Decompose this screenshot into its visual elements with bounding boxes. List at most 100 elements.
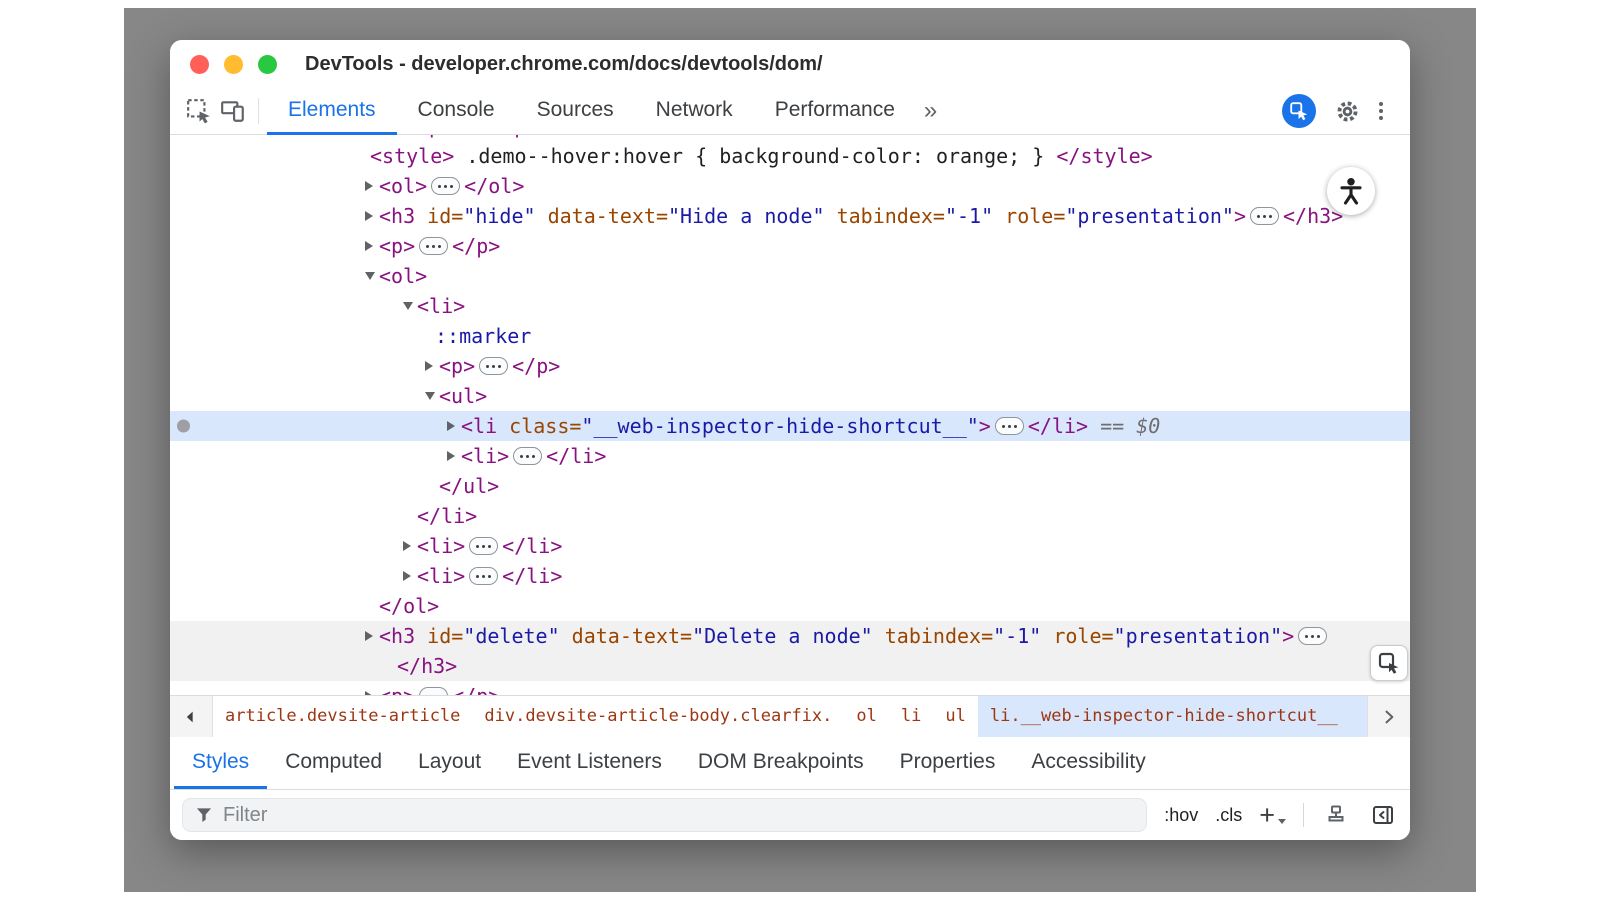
tree-row[interactable]: </ol>: [170, 591, 1410, 621]
zoom-window-button[interactable]: [258, 55, 277, 74]
breadcrumb-item-article-devsite-article[interactable]: article.devsite-article: [213, 696, 472, 737]
code-token-tag: >: [979, 414, 991, 438]
tree-row[interactable]: </h3>: [170, 651, 1410, 681]
tree-row[interactable]: <ol></ol>: [170, 171, 1410, 201]
expand-arrow-icon[interactable]: [403, 541, 417, 551]
breadcrumb-scroll-right-button[interactable]: [1367, 696, 1410, 737]
toggle-sidebar-button[interactable]: [1368, 800, 1398, 830]
breadcrumb-item-li-web-inspector-hide-shortcut[interactable]: li.__web-inspector-hide-shortcut__: [978, 696, 1367, 737]
tab-properties[interactable]: Properties: [882, 737, 1014, 789]
expand-arrow-icon[interactable]: [365, 631, 379, 641]
code-token-tag: <p>: [379, 684, 415, 695]
breadcrumb-item-div-devsite-article-body-clearfix[interactable]: div.devsite-article-body.clearfix.: [472, 696, 844, 737]
devtools-window: DevTools - developer.chrome.com/docs/dev…: [170, 40, 1410, 840]
customize-menu-button[interactable]: [1364, 94, 1398, 128]
breadcrumb-item-ul[interactable]: ul: [933, 696, 977, 737]
new-style-rule-button[interactable]: +: [1259, 802, 1286, 829]
code-token-tag: <li>: [417, 534, 465, 558]
code-token-tag: >: [1234, 204, 1246, 228]
inspect-element-button[interactable]: [182, 94, 216, 128]
tree-row[interactable]: </li>: [170, 501, 1410, 531]
expand-arrow-icon[interactable]: [403, 571, 417, 581]
expand-children-button[interactable]: [513, 447, 542, 465]
expand-arrow-icon[interactable]: [447, 421, 461, 431]
expand-children-button[interactable]: [1250, 207, 1279, 225]
tab-performance[interactable]: Performance: [754, 88, 916, 135]
code-token-tag: <p>: [439, 354, 475, 378]
expand-arrow-icon[interactable]: [365, 181, 379, 191]
tab-network[interactable]: Network: [635, 88, 754, 135]
expand-children-button[interactable]: [469, 567, 498, 585]
breadcrumb-item-li[interactable]: li: [889, 696, 933, 737]
toggle-device-toolbar-button[interactable]: [216, 94, 250, 128]
element-classes-button[interactable]: .cls: [1215, 805, 1242, 826]
paint-roller-button[interactable]: [1321, 800, 1351, 830]
tab-layout[interactable]: Layout: [400, 737, 499, 789]
code-token-tag: <li>: [417, 564, 465, 588]
tree-row[interactable]: <li></li>: [170, 561, 1410, 591]
tab-console[interactable]: Console: [397, 88, 516, 135]
tree-row[interactable]: <ol>: [170, 261, 1410, 291]
minimize-window-button[interactable]: [224, 55, 243, 74]
tree-row[interactable]: <p></p>: [170, 351, 1410, 381]
tree-row[interactable]: ::marker: [170, 321, 1410, 351]
tree-row[interactable]: <ul>: [170, 381, 1410, 411]
toggle-element-state-button[interactable]: :hov: [1164, 805, 1198, 826]
code-token-tag: </li>: [417, 504, 477, 528]
expand-arrow-icon[interactable]: [425, 361, 439, 371]
tab-event-listeners[interactable]: Event Listeners: [499, 737, 680, 789]
tab-elements[interactable]: Elements: [267, 88, 397, 135]
accessibility-overlay-button[interactable]: [1327, 167, 1375, 215]
tree-row[interactable]: <h3 id="delete" data-text="Delete a node…: [170, 621, 1410, 651]
tree-row[interactable]: </ul>: [170, 471, 1410, 501]
tab-computed[interactable]: Computed: [267, 737, 400, 789]
elements-panel: <p></p> <style> .demo--hover:hover { back…: [170, 135, 1410, 695]
expand-children-button[interactable]: [469, 537, 498, 555]
code-token-val: "presentation": [1065, 204, 1234, 228]
expand-arrow-icon[interactable]: [365, 691, 379, 695]
tab-sources[interactable]: Sources: [516, 88, 635, 135]
collapse-arrow-icon[interactable]: [365, 272, 379, 280]
settings-button[interactable]: [1330, 94, 1364, 128]
tab-accessibility[interactable]: Accessibility: [1013, 737, 1163, 789]
expand-arrow-icon[interactable]: [365, 211, 379, 221]
code-token-attr: role=: [1041, 624, 1113, 648]
collapse-arrow-icon[interactable]: [425, 392, 439, 400]
tree-row[interactable]: <li></li>: [170, 531, 1410, 561]
code-token-val: "-1": [945, 204, 993, 228]
code-token-tag: <li: [461, 414, 497, 438]
code-token-tag: <h3: [379, 204, 415, 228]
tree-row[interactable]: <p></p>: [170, 681, 1410, 695]
expand-children-button[interactable]: [419, 687, 448, 695]
expand-children-button[interactable]: [1298, 627, 1327, 645]
inspect-cursor-icon: [186, 98, 212, 124]
code-token-val: "delete": [463, 624, 559, 648]
tree-row[interactable]: <li>: [170, 291, 1410, 321]
expand-children-button[interactable]: [419, 237, 448, 255]
expand-children-button[interactable]: [479, 357, 508, 375]
styles-filter-input[interactable]: Filter: [182, 798, 1147, 832]
code-token-pseudo: ::marker: [435, 324, 531, 348]
tree-row[interactable]: <li></li>: [170, 441, 1410, 471]
expand-arrow-icon[interactable]: [447, 451, 461, 461]
tree-row-selected[interactable]: <li class="__web-inspector-hide-shortcut…: [170, 411, 1410, 441]
close-window-button[interactable]: [190, 55, 209, 74]
collapse-arrow-icon[interactable]: [403, 302, 417, 310]
more-tabs-button[interactable]: »: [924, 89, 937, 133]
breadcrumb-scroll-left-button[interactable]: [170, 696, 213, 737]
tab-dom-breakpoints[interactable]: DOM Breakpoints: [680, 737, 882, 789]
breadcrumb: article.devsite-articlediv.devsite-artic…: [213, 696, 1367, 737]
expand-children-button[interactable]: [431, 177, 460, 195]
breadcrumb-item-ol[interactable]: ol: [844, 696, 888, 737]
tree-row[interactable]: <h3 id="hide" data-text="Hide a node" ta…: [170, 201, 1410, 231]
expand-children-button[interactable]: [995, 417, 1024, 435]
inspect-mode-active-button[interactable]: [1282, 94, 1316, 128]
tab-styles[interactable]: Styles: [174, 737, 267, 789]
code-token-attr: data-text=: [536, 204, 668, 228]
tree-row[interactable]: <p></p>: [170, 231, 1410, 261]
dom-tree-rows: <p></p> <style> .demo--hover:hover { back…: [170, 135, 1410, 695]
code-token-attr: id=: [415, 204, 463, 228]
tree-row[interactable]: <style> .demo--hover:hover { background-…: [170, 141, 1410, 171]
floating-inspect-button[interactable]: [1370, 645, 1408, 681]
expand-arrow-icon[interactable]: [365, 241, 379, 251]
